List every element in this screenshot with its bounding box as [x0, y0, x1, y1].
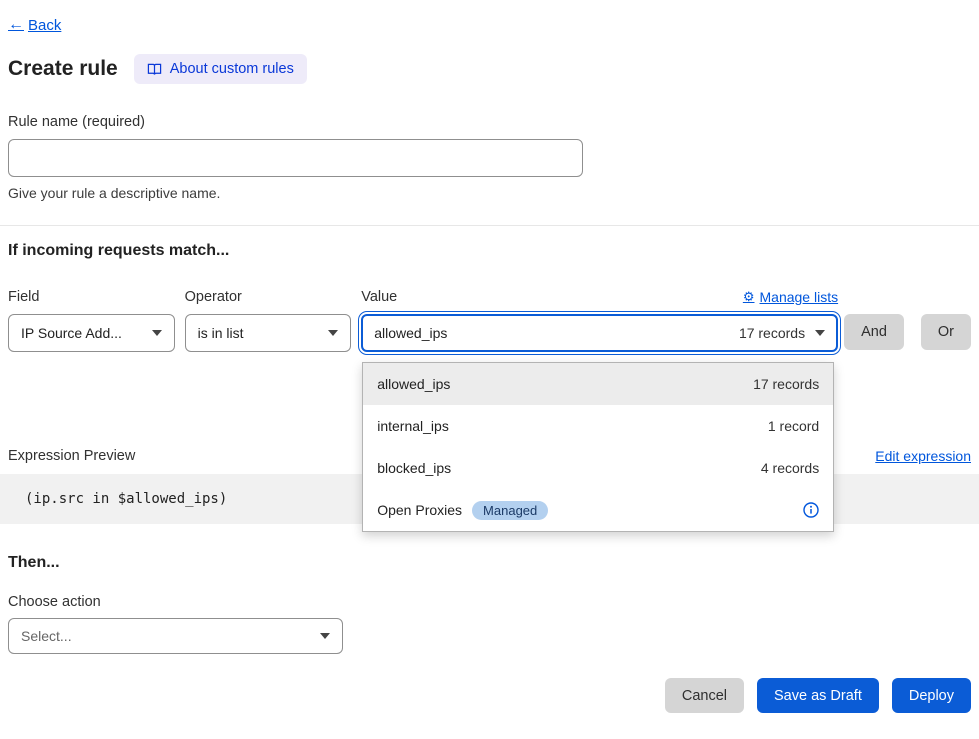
operator-column: Operator is in list — [185, 288, 352, 352]
then-heading: Then... — [8, 554, 971, 572]
list-item-name: allowed_ips — [377, 376, 450, 392]
list-item-name: internal_ips — [377, 418, 449, 434]
operator-select[interactable]: is in list — [185, 314, 352, 352]
cancel-button[interactable]: Cancel — [665, 678, 744, 713]
list-item-open-proxies[interactable]: Open Proxies Managed — [363, 489, 833, 531]
action-select-placeholder: Select... — [21, 628, 72, 644]
and-button[interactable]: And — [844, 314, 904, 350]
chevron-down-icon — [815, 330, 825, 336]
list-item-internal-ips[interactable]: internal_ips 1 record — [363, 405, 833, 447]
edit-expression-link[interactable]: Edit expression — [875, 448, 971, 464]
rule-name-input[interactable] — [8, 139, 583, 177]
about-badge-label: About custom rules — [170, 61, 294, 77]
chevron-down-icon — [328, 330, 338, 336]
deploy-button[interactable]: Deploy — [892, 678, 971, 713]
operator-select-value: is in list — [198, 325, 244, 341]
action-select[interactable]: Select... — [8, 618, 343, 654]
field-select-value: IP Source Add... — [21, 325, 122, 341]
value-label: Value — [361, 289, 397, 305]
match-heading: If incoming requests match... — [8, 242, 971, 260]
list-item-meta: 1 record — [768, 418, 819, 434]
book-icon — [147, 62, 162, 77]
value-select-value: allowed_ips — [374, 325, 447, 341]
page-title: Create rule — [8, 57, 118, 81]
back-link[interactable]: ← Back — [8, 16, 61, 34]
value-column: Value ⚙ Manage lists allowed_ips 17 reco… — [361, 288, 838, 352]
gear-icon: ⚙ — [743, 289, 755, 305]
list-item-allowed-ips[interactable]: allowed_ips 17 records — [363, 363, 833, 405]
list-item-blocked-ips[interactable]: blocked_ips 4 records — [363, 447, 833, 489]
list-item-meta: 17 records — [753, 376, 819, 392]
back-label: Back — [28, 17, 61, 34]
list-item-name: Open Proxies — [377, 502, 462, 518]
footer-actions: Cancel Save as Draft Deploy — [8, 678, 971, 713]
expression-preview-label: Expression Preview — [8, 448, 135, 464]
save-as-draft-button[interactable]: Save as Draft — [757, 678, 879, 713]
manage-lists-label: Manage lists — [760, 289, 839, 305]
match-controls-row: Field IP Source Add... Operator is in li… — [8, 288, 971, 352]
list-item-name: blocked_ips — [377, 460, 451, 476]
create-rule-page: ← Back Create rule About custom rules Ru… — [0, 0, 979, 713]
chevron-down-icon — [152, 330, 162, 336]
value-select[interactable]: allowed_ips 17 records — [361, 314, 838, 352]
or-button[interactable]: Or — [921, 314, 971, 350]
managed-badge: Managed — [472, 501, 548, 520]
choose-action-label: Choose action — [8, 594, 971, 610]
field-select[interactable]: IP Source Add... — [8, 314, 175, 352]
operator-label: Operator — [185, 289, 242, 305]
list-item-meta: 4 records — [761, 460, 819, 476]
rule-name-label: Rule name (required) — [8, 114, 971, 130]
manage-lists-link[interactable]: ⚙ Manage lists — [743, 289, 838, 305]
info-icon[interactable] — [803, 502, 819, 518]
value-dropdown-menu: allowed_ips 17 records internal_ips 1 re… — [362, 362, 834, 532]
title-row: Create rule About custom rules — [8, 54, 971, 84]
field-label: Field — [8, 289, 39, 305]
section-divider — [0, 225, 979, 226]
field-column: Field IP Source Add... — [8, 288, 175, 352]
back-arrow-icon: ← — [8, 16, 24, 34]
chevron-down-icon — [320, 633, 330, 639]
rule-name-helper: Give your rule a descriptive name. — [8, 185, 971, 201]
value-select-meta: 17 records — [739, 325, 805, 341]
about-custom-rules-link[interactable]: About custom rules — [134, 54, 307, 84]
